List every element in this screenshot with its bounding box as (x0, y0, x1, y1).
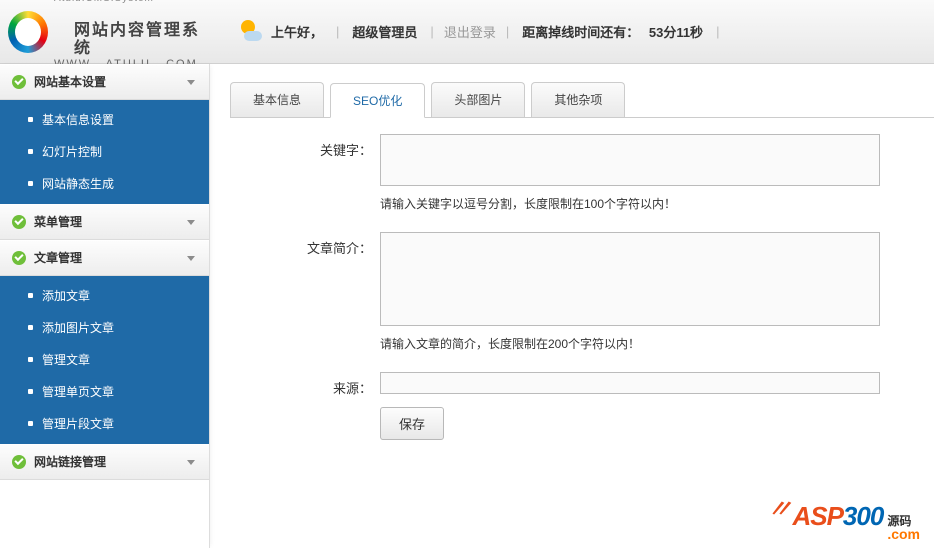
keywords-input[interactable] (380, 134, 880, 186)
sidebar-item[interactable]: 管理单页文章 (0, 376, 209, 408)
sidebar-group-head[interactable]: 菜单管理 (0, 204, 209, 240)
check-icon (12, 215, 26, 229)
sidebar-group-head[interactable]: 文章管理 (0, 240, 209, 276)
check-icon (12, 251, 26, 265)
sidebar-group-head[interactable]: 网站基本设置 (0, 64, 209, 100)
chevron-down-icon (187, 256, 195, 261)
current-user: 超级管理员 (352, 22, 417, 41)
tab[interactable]: SEO优化 (330, 83, 425, 118)
tab[interactable]: 其他杂项 (531, 82, 625, 117)
chevron-down-icon (187, 460, 195, 465)
keywords-label: 关键字： (230, 134, 380, 159)
sidebar-item[interactable]: 添加图片文章 (0, 312, 209, 344)
tab[interactable]: 基本信息 (230, 82, 324, 117)
sidebar-group-head[interactable]: 网站链接管理 (0, 444, 209, 480)
sidebar: 网站基本设置基本信息设置幻灯片控制网站静态生成菜单管理文章管理添加文章添加图片文… (0, 64, 210, 548)
sidebar-item[interactable]: 幻灯片控制 (0, 136, 209, 168)
sidebar-group-title: 网站链接管理 (34, 444, 106, 480)
app-header: Atulu.CMS.System 网站内容管理系统 WWW . ATULU . … (0, 0, 934, 64)
brand-logo-icon (8, 11, 48, 53)
flame-icon (768, 495, 796, 525)
main-content: 基本信息SEO优化头部图片其他杂项 关键字： 请输入关键字以逗号分割，长度限制在… (210, 64, 934, 548)
sidebar-submenu: 添加文章添加图片文章管理文章管理单页文章管理片段文章 (0, 276, 209, 444)
sidebar-submenu: 基本信息设置幻灯片控制网站静态生成 (0, 100, 209, 204)
sidebar-group-title: 文章管理 (34, 240, 82, 276)
keywords-hint: 请输入关键字以逗号分割，长度限制在100个字符以内！ (380, 189, 900, 226)
footer-asp: ASP (792, 501, 842, 532)
weather-icon (238, 20, 262, 44)
chevron-down-icon (187, 220, 195, 225)
footer-logo: ASP 300 源码 .com (768, 495, 920, 542)
sidebar-group-title: 网站基本设置 (34, 64, 106, 100)
sidebar-item[interactable]: 基本信息设置 (0, 104, 209, 136)
footer-300: 300 (843, 501, 883, 532)
chevron-down-icon (187, 80, 195, 85)
summary-input[interactable] (380, 232, 880, 326)
sidebar-item[interactable]: 网站静态生成 (0, 168, 209, 200)
brand-text: Atulu.CMS.System 网站内容管理系统 WWW . ATULU . … (54, 0, 210, 70)
sidebar-item[interactable]: 添加文章 (0, 280, 209, 312)
summary-hint: 请输入文章的简介，长度限制在200个字符以内！ (380, 329, 900, 366)
greeting-text: 上午好， (271, 22, 323, 41)
brand-title: 网站内容管理系统 (54, 4, 210, 57)
header-bar: 上午好， | 超级管理员 | 退出登录 | 距离掉线时间还有： 53分11秒 | (210, 20, 934, 44)
seo-form: 关键字： 请输入关键字以逗号分割，长度限制在100个字符以内！ 文章简介： 请输… (230, 118, 934, 440)
tab[interactable]: 头部图片 (431, 82, 525, 117)
sidebar-group-title: 菜单管理 (34, 204, 82, 240)
tab-bar: 基本信息SEO优化头部图片其他杂项 (230, 82, 934, 118)
sidebar-item[interactable]: 管理文章 (0, 344, 209, 376)
check-icon (12, 75, 26, 89)
offline-countdown: 53分11秒 (649, 22, 703, 41)
offline-label: 距离掉线时间还有： (522, 22, 639, 41)
brand-logo: Atulu.CMS.System 网站内容管理系统 WWW . ATULU . … (0, 0, 210, 64)
logout-link[interactable]: 退出登录 (444, 22, 496, 41)
source-input[interactable] (380, 372, 880, 394)
summary-label: 文章简介： (230, 232, 380, 257)
footer-com: .com (887, 526, 920, 542)
sidebar-item[interactable]: 管理片段文章 (0, 408, 209, 440)
check-icon (12, 455, 26, 469)
source-label: 来源： (230, 372, 380, 397)
save-button[interactable]: 保存 (380, 407, 444, 440)
